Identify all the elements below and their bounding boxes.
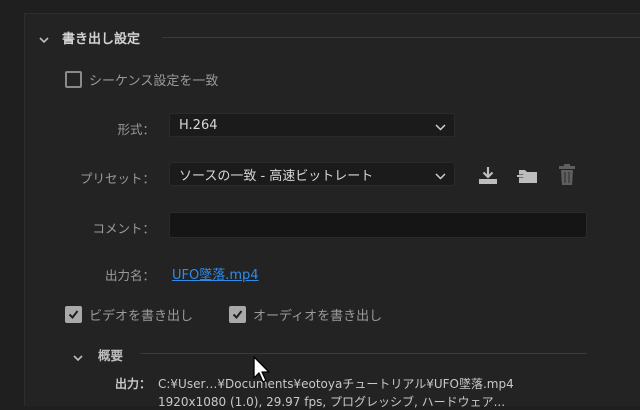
summary-line: 1920x1080 (1.0), 29.97 fps, プログレッシブ, ハード…	[158, 395, 506, 409]
cursor-icon	[252, 356, 272, 388]
chevron-down-icon[interactable]	[72, 349, 84, 361]
save-preset-icon[interactable]	[477, 164, 499, 186]
preset-select[interactable]: ソースの一致 - 高速ビットレート	[169, 162, 455, 186]
chevron-down-icon	[435, 170, 446, 185]
match-sequence-checkbox[interactable]: シーケンス設定を一致	[65, 70, 218, 89]
match-sequence-label: シーケンス設定を一致	[89, 74, 219, 89]
preset-label: プリセット：	[79, 171, 155, 186]
checkbox-box[interactable]	[229, 306, 246, 323]
summary-header[interactable]: 概要	[72, 345, 123, 364]
header-divider	[162, 37, 640, 38]
trash-icon[interactable]	[556, 163, 578, 185]
format-value: H.264	[179, 117, 218, 133]
summary-title: 概要	[98, 348, 124, 363]
comment-input[interactable]	[169, 212, 587, 238]
checkbox-box[interactable]	[65, 306, 82, 323]
output-name-label: 出力名：	[104, 268, 155, 283]
format-label: 形式：	[117, 122, 155, 137]
checkbox-box[interactable]	[65, 71, 82, 88]
format-select[interactable]: H.264	[169, 113, 455, 137]
summary-line: C:¥User…¥Documents¥eotoyaチュートリアル¥UFO墜落.m…	[158, 377, 514, 391]
output-name-link[interactable]: UFO墜落.mp4	[172, 264, 259, 283]
export-audio-checkbox[interactable]: オーディオを書き出し	[229, 305, 382, 324]
summary-output-label: 出力：	[114, 377, 151, 391]
summary-divider	[140, 353, 587, 354]
export-video-label: ビデオを書き出し	[89, 309, 194, 324]
chevron-down-icon	[435, 121, 446, 136]
section-title: 書き出し設定	[62, 31, 141, 47]
preset-value: ソースの一致 - 高速ビットレート	[179, 168, 374, 184]
export-video-checkbox[interactable]: ビデオを書き出し	[65, 305, 193, 324]
chevron-down-icon[interactable]	[38, 31, 50, 44]
comment-label: コメント：	[92, 221, 155, 236]
import-preset-icon[interactable]	[516, 164, 538, 186]
export-settings-header[interactable]: 書き出し設定	[38, 27, 140, 47]
export-audio-label: オーディオを書き出し	[253, 309, 383, 324]
